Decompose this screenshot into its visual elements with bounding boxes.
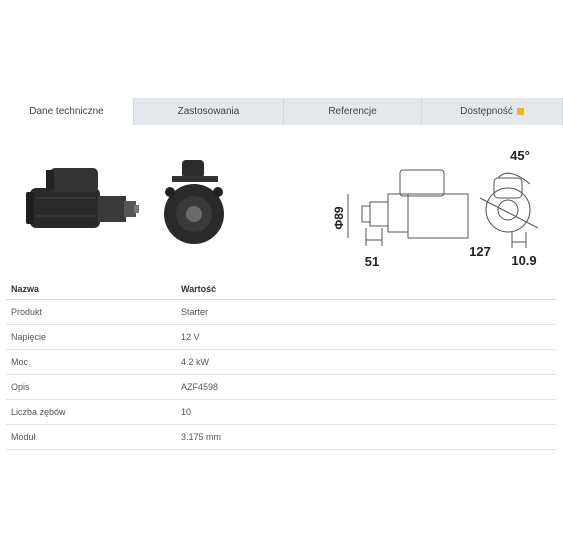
length-label: 51 — [365, 254, 379, 268]
row-name: Napięcie — [6, 324, 176, 350]
row-name: Produkt — [6, 299, 176, 325]
tab-label: Dostępność — [460, 106, 513, 117]
starter-front-photo — [164, 160, 224, 244]
table-row: Moc 4.2 kW — [6, 349, 556, 375]
column-header-name: Nazwa — [6, 279, 176, 300]
dimension-drawing: Φ89 51 45° 127 10.9 — [332, 148, 539, 268]
column-header-value: Wartość — [176, 279, 556, 300]
tab-technical-data[interactable]: Dane techniczne — [0, 98, 134, 125]
tab-availability[interactable]: Dostępność — [422, 98, 563, 125]
tab-bar: Dane techniczne Zastosowania Referencje … — [0, 98, 563, 125]
tab-applications[interactable]: Zastosowania — [134, 98, 284, 125]
row-value: Starter — [176, 299, 556, 325]
product-images: Φ89 51 45° 127 10.9 — [0, 138, 563, 268]
tab-references[interactable]: Referencje — [284, 98, 422, 125]
availability-square-icon — [516, 108, 524, 115]
row-name: Liczba zębów — [6, 399, 176, 425]
row-value: AZF4598 — [176, 374, 556, 400]
row-name: Moduł — [6, 424, 176, 450]
table-header-row: Nazwa Wartość — [6, 279, 556, 300]
diameter-label: Φ89 — [332, 206, 346, 230]
table-row: Produkt Starter — [6, 299, 556, 325]
row-value: 10 — [176, 399, 556, 425]
table-row: Napięcie 12 V — [6, 324, 556, 350]
table-row: Opis AZF4598 — [6, 374, 556, 400]
row-value: 3.175 mm — [176, 424, 556, 450]
table-row: Moduł 3.175 mm — [6, 424, 556, 450]
tab-label: Zastosowania — [177, 106, 240, 117]
height-label: 127 — [469, 244, 491, 259]
specification-table: Nazwa Wartość Produkt Starter Napięcie 1… — [6, 279, 556, 450]
row-name: Moc — [6, 349, 176, 375]
tab-label: Dane techniczne — [29, 106, 104, 117]
offset-label: 10.9 — [511, 253, 536, 268]
row-name: Opis — [6, 374, 176, 400]
row-value: 12 V — [176, 324, 556, 350]
tab-label: Referencje — [328, 106, 377, 117]
starter-side-photo — [26, 168, 139, 228]
angle-label: 45° — [510, 148, 530, 163]
row-value: 4.2 kW — [176, 349, 556, 375]
table-row: Liczba zębów 10 — [6, 399, 556, 425]
